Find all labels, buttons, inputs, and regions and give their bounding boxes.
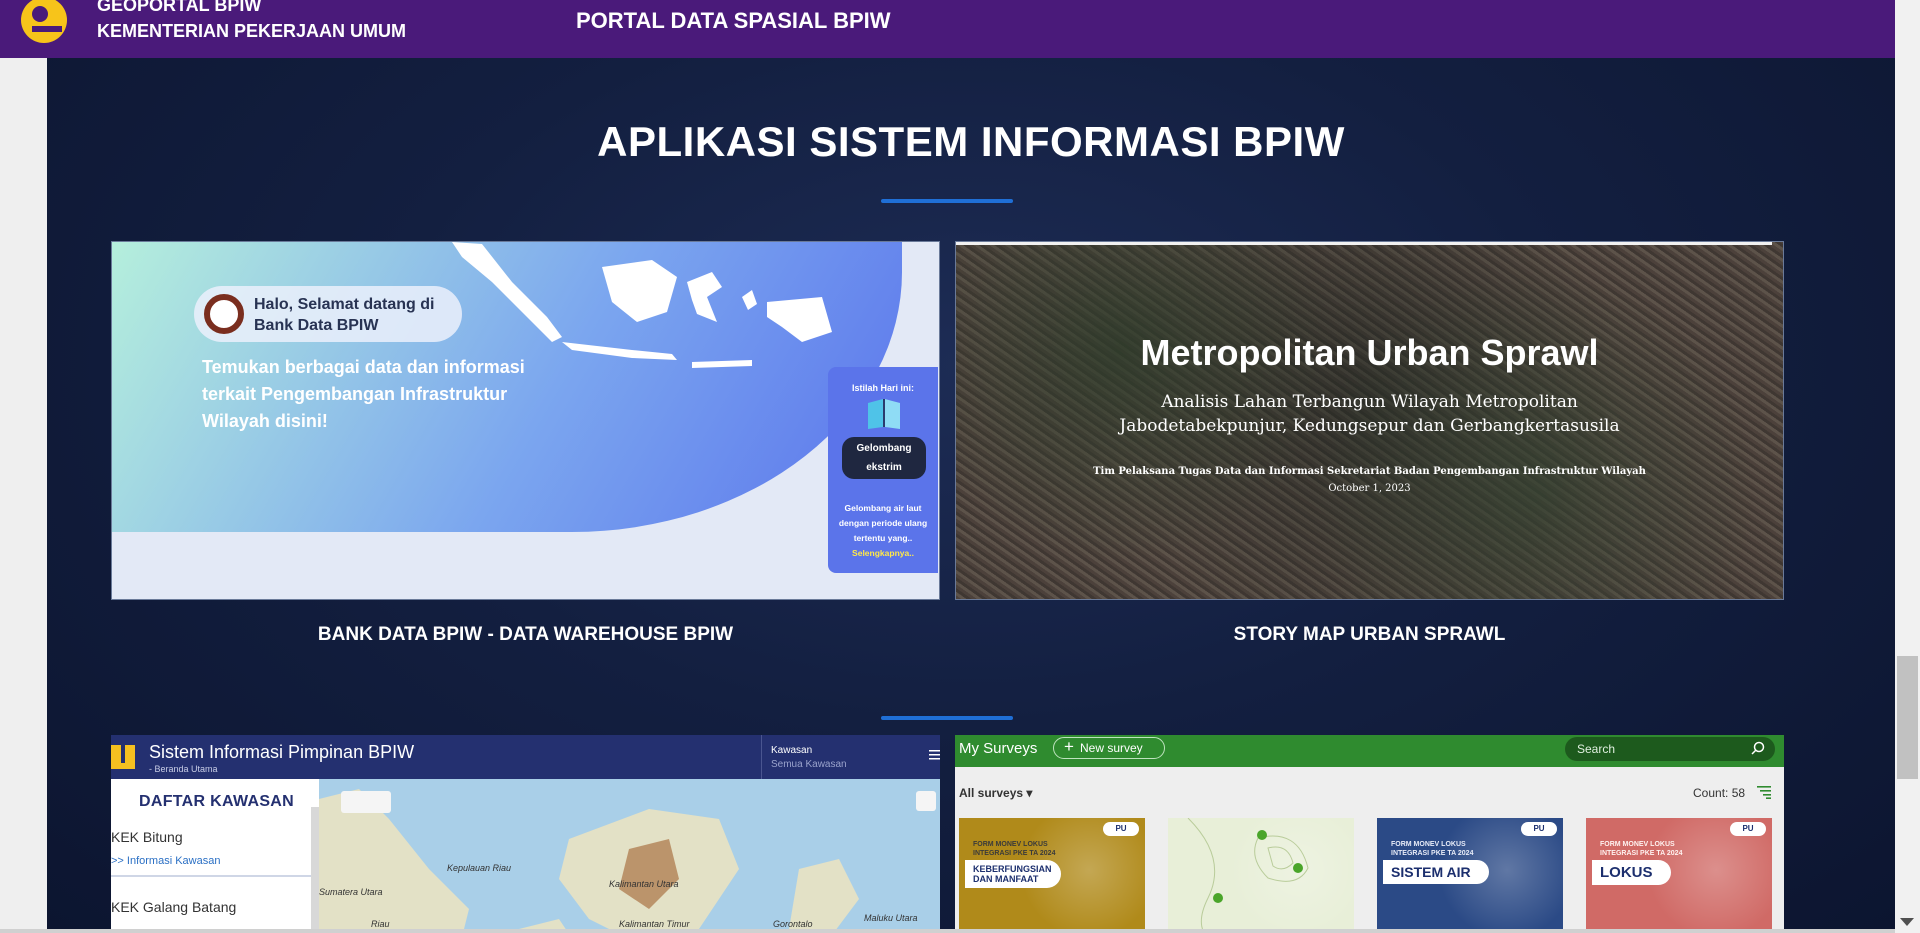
story-map-date: October 1, 2023 — [1328, 483, 1411, 494]
map-label-riau: Riau — [371, 919, 390, 929]
tile-label: LOKUS — [1592, 860, 1671, 885]
bank-data-label[interactable]: BANK DATA BPIW - DATA WAREHOUSE BPIW — [111, 624, 940, 646]
map-label-sumut: Sumatera Utara — [319, 887, 383, 897]
tile-label: SISTEM AIR — [1383, 860, 1489, 884]
survey-search-placeholder: Search — [1577, 742, 1616, 756]
term-description: Gelombang air laut dengan periode ulang … — [834, 501, 932, 561]
tile-caption: FORM MONEV LOKUS INTEGRASI PKE TA 2024 — [1600, 841, 1683, 857]
sip-topbar: Sistem Informasi Pimpinan BPIW - Beranda… — [111, 735, 940, 779]
sip-card[interactable]: Sistem Informasi Pimpinan BPIW - Beranda… — [111, 735, 940, 933]
daftar-kawasan-heading: DAFTAR KAWASAN — [139, 793, 295, 810]
story-map-subtitle: Analisis Lahan Terbangun Wilayah Metropo… — [956, 390, 1783, 438]
story-map-topline — [956, 242, 1772, 245]
pu-badge: PU — [1521, 822, 1557, 836]
search-icon[interactable] — [1751, 741, 1765, 755]
menu-icon[interactable] — [929, 749, 940, 761]
map-layer-control[interactable] — [341, 791, 391, 813]
bank-data-card[interactable]: Halo, Selamat datang di Bank Data BPIW T… — [111, 241, 940, 600]
story-map-label[interactable]: STORY MAP URBAN SPRAWL — [955, 624, 1784, 646]
term-box: Gelombang ekstrim — [842, 437, 926, 479]
survey-topbar: My Surveys + New survey Search — [955, 735, 1784, 767]
pu-logo-icon — [111, 745, 135, 769]
geoportal-logo-icon[interactable] — [18, 0, 70, 46]
sip-map[interactable]: Kepulauan Riau Kalimantan Utara Sumatera… — [319, 779, 940, 933]
sip-title: Sistem Informasi Pimpinan BPIW — [149, 742, 415, 762]
story-map-credit: Tim Pelaksana Tugas Data dan Informasi S… — [1093, 466, 1646, 477]
chevron-down-icon: ▾ — [1026, 786, 1033, 800]
all-surveys-dropdown[interactable]: All surveys ▾ — [959, 786, 1032, 800]
plus-icon: + — [1064, 737, 1074, 756]
pu-badge: PU — [1730, 822, 1766, 836]
my-surveys-title: My Surveys — [959, 740, 1038, 757]
book-icon — [868, 399, 900, 429]
welcome-text: Halo, Selamat datang di Bank Data BPIW — [254, 296, 435, 334]
org-name-line2: KEMENTERIAN PEKERJAAN UMUM — [97, 21, 407, 41]
horizontal-scrollbar[interactable] — [0, 929, 1895, 933]
map-label-kepri: Kepulauan Riau — [447, 863, 512, 873]
map-label-malut: Maluku Utara — [864, 913, 918, 923]
map-label-gorontalo: Gorontalo — [773, 919, 813, 929]
all-surveys-label: All surveys — [959, 786, 1024, 800]
term-of-day-panel: Istilah Hari ini: Gelombang ekstrim Gelo… — [828, 367, 938, 573]
tile-caption: FORM MONEV LOKUS INTEGRASI PKE TA 2024 — [1391, 841, 1474, 857]
section-divider-2 — [881, 716, 1013, 720]
story-map-subtitle-line2: Jabodetabekpunjur, Kedungsepur dan Gerba… — [1119, 416, 1620, 436]
term-of-day-heading: Istilah Hari ini: — [851, 383, 914, 393]
map-label-kaltim: Kalimantan Timur — [619, 919, 690, 929]
survey-tile-lokus[interactable]: PU FORM MONEV LOKUS INTEGRASI PKE TA 202… — [1586, 818, 1772, 933]
page-scrollbar-track[interactable] — [1895, 0, 1920, 933]
survey-count: Count: 58 — [1693, 786, 1746, 800]
story-map-subtitle-line1: Analisis Lahan Terbangun Wilayah Metropo… — [1161, 392, 1578, 412]
tile-label: KEBERFUNGSIAN DAN MANFAAT — [965, 860, 1061, 888]
new-survey-button[interactable]: + New survey — [1053, 737, 1165, 759]
kawasan-item-kek-bitung[interactable]: KEK Bitung — [111, 829, 183, 845]
kawasan-item-kek-galang-batang[interactable]: KEK Galang Batang — [111, 899, 236, 915]
map-landmass — [319, 789, 859, 933]
scroll-down-arrow-icon[interactable] — [1900, 918, 1914, 926]
portal-title[interactable]: PORTAL DATA SPASIAL BPIW — [576, 8, 891, 34]
story-map-card[interactable]: Metropolitan Urban Sprawl Analisis Lahan… — [955, 241, 1784, 600]
survey-tile-keberfungsian[interactable]: PU FORM MONEV LOKUS INTEGRASI PKE TA 202… — [959, 818, 1145, 933]
kawasan-select[interactable]: Semua Kawasan — [771, 759, 847, 770]
tile-caption: FORM MONEV LOKUS INTEGRASI PKE TA 2024 — [973, 841, 1056, 857]
org-name-line1: GEOPORTAL BPIW — [97, 0, 262, 15]
page-scrollbar-thumb[interactable] — [1897, 656, 1918, 779]
apps-section: APLIKASI SISTEM INFORMASI BPIW Halo, Sel… — [47, 58, 1895, 933]
bank-headline: Temukan berbagai data dan informasi terk… — [202, 357, 525, 431]
survey-search-input[interactable]: Search — [1565, 737, 1775, 761]
sidebar-divider — [111, 875, 311, 877]
section-divider — [881, 199, 1013, 203]
kawasan-sidebar: DAFTAR KAWASAN KEK Bitung >> Informasi K… — [111, 779, 321, 933]
new-survey-label: New survey — [1080, 741, 1143, 755]
term-description-text: Gelombang air laut dengan periode ulang … — [838, 503, 928, 543]
survey123-card[interactable]: My Surveys + New survey Search All surve… — [955, 735, 1784, 933]
pu-badge: PU — [1103, 822, 1139, 836]
map-label-kaltara: Kalimantan Utara — [609, 879, 679, 889]
kawasan-label: Kawasan — [771, 745, 813, 756]
kawasan-info-link[interactable]: >> Informasi Kawasan — [111, 855, 220, 867]
sip-breadcrumb: - Beranda Utama — [149, 764, 218, 774]
map-home-icon[interactable] — [916, 791, 936, 811]
sort-icon[interactable] — [1757, 785, 1771, 799]
survey-tile-sistem-air[interactable]: PU FORM MONEV LOKUS INTEGRASI PKE TA 202… — [1377, 818, 1563, 933]
section-title: APLIKASI SISTEM INFORMASI BPIW — [597, 118, 1345, 165]
welcome-pill: Halo, Selamat datang di Bank Data BPIW — [194, 286, 462, 342]
sip-separator — [761, 735, 762, 779]
sidebar-scrollbar[interactable] — [311, 807, 319, 933]
story-map-title: Metropolitan Urban Sprawl — [1140, 332, 1599, 373]
bank-data-logo-icon — [204, 294, 244, 334]
contour-map-icon — [1187, 818, 1309, 933]
survey-tile-map[interactable] — [1168, 818, 1354, 933]
top-header: GEOPORTAL BPIW KEMENTERIAN PEKERJAAN UMU… — [0, 0, 1895, 58]
read-more-link[interactable]: Selengkapnya.. — [852, 548, 914, 558]
